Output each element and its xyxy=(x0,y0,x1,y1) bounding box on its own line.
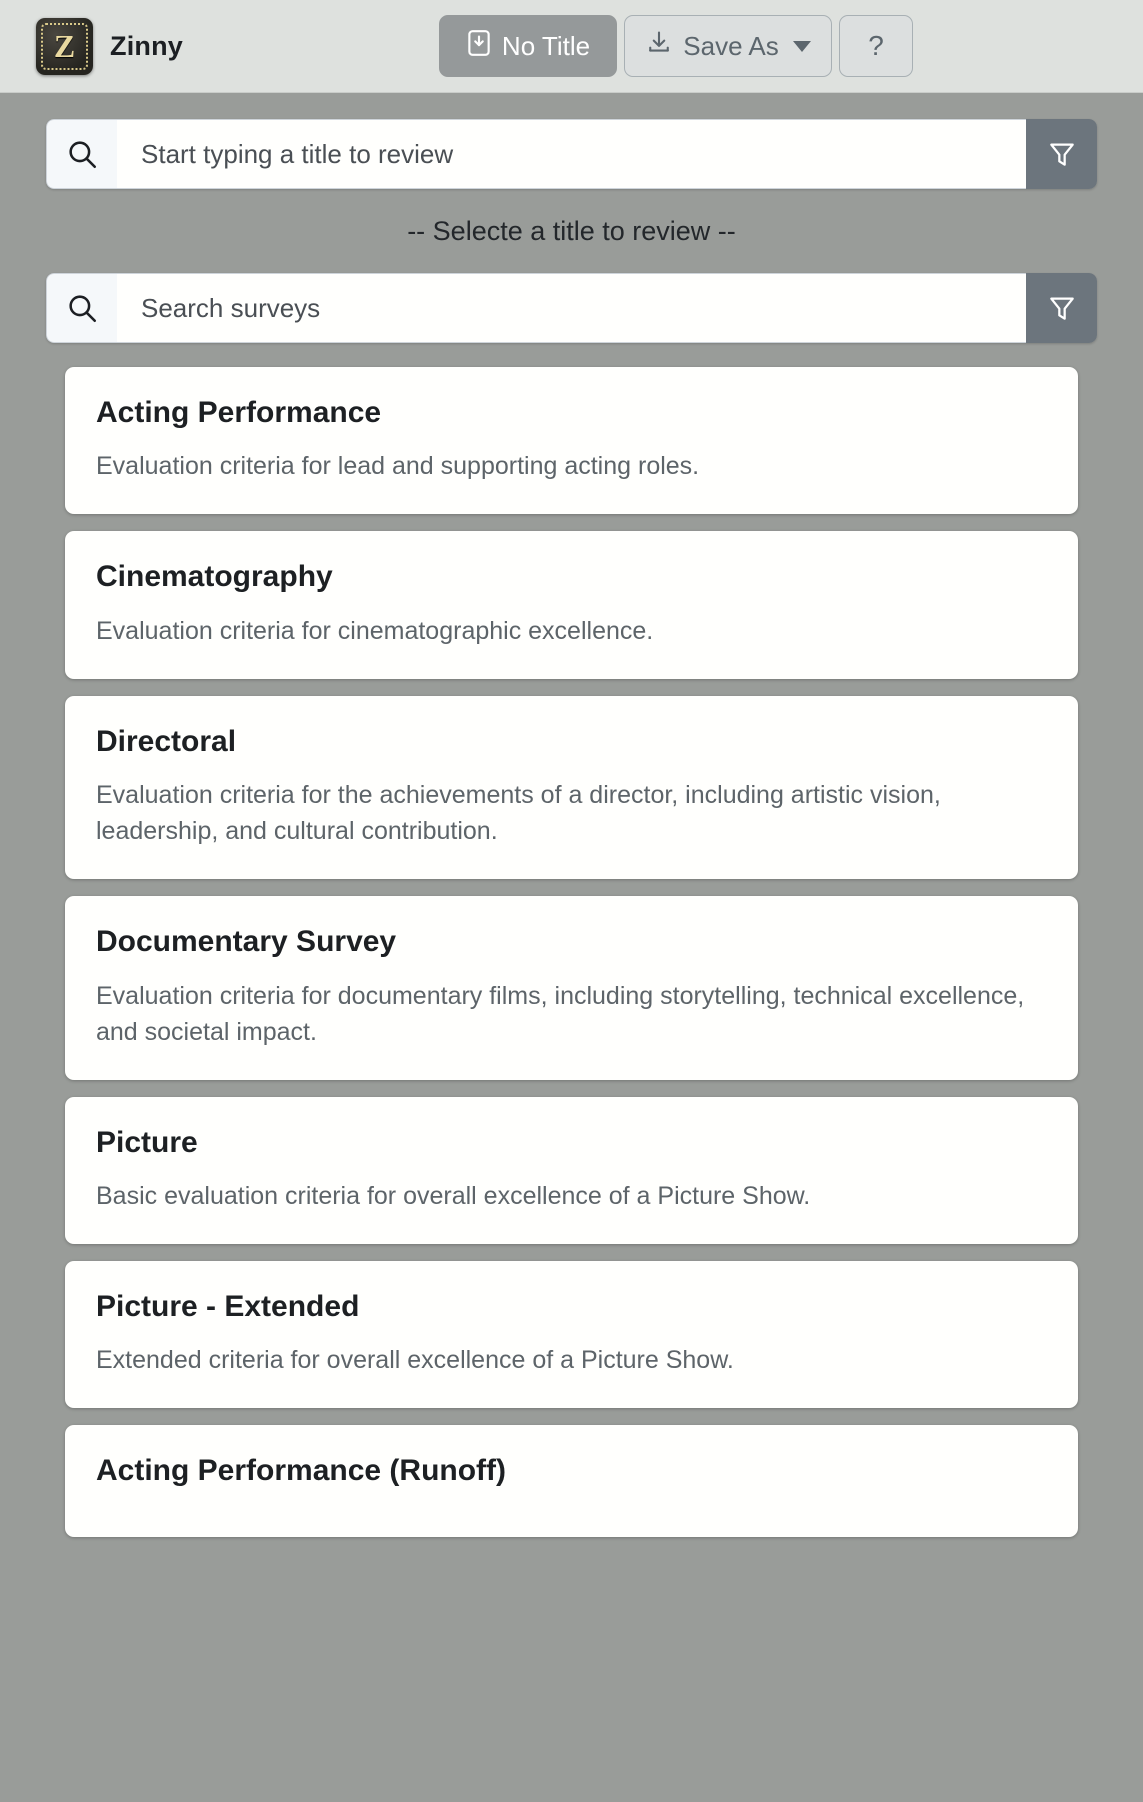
survey-title: Picture xyxy=(96,1125,198,1159)
title-search-bar xyxy=(46,119,1097,189)
survey-description xyxy=(96,1489,1047,1507)
survey-search-bar xyxy=(46,273,1097,343)
survey-description: Evaluation criteria for documentary film… xyxy=(96,981,1025,1046)
survey-description: Evaluation criteria for lead and support… xyxy=(96,452,700,481)
survey-description: Extended criteria for overall excellence… xyxy=(96,1346,734,1375)
survey-card[interactable]: Picture - Extended Extended criteria for… xyxy=(65,1260,1078,1409)
survey-title: Directoral xyxy=(96,724,237,758)
survey-description: Evaluation criteria for the achievements… xyxy=(96,781,941,846)
survey-title: Acting Performance xyxy=(96,396,382,429)
save-to-box-icon xyxy=(466,28,492,65)
survey-card[interactable]: Picture Basic evaluation criteria for ov… xyxy=(65,1096,1078,1244)
title-search-field[interactable] xyxy=(117,119,1026,189)
title-filter-button[interactable] xyxy=(1026,119,1097,189)
survey-card[interactable]: Acting Performance Evaluation criteria f… xyxy=(65,367,1078,515)
survey-description: Evaluation criteria for cinematographic … xyxy=(96,616,654,645)
save-as-label: Save As xyxy=(683,30,779,61)
toolbar-actions: No Title Save As ? xyxy=(439,15,913,77)
title-button[interactable]: No Title xyxy=(439,15,617,77)
survey-title: Picture - Extended xyxy=(96,1289,360,1323)
download-tray-icon xyxy=(645,29,673,64)
survey-list: Acting Performance Evaluation criteria f… xyxy=(46,343,1097,1537)
app-name: Zinny xyxy=(110,30,183,61)
survey-card[interactable]: Acting Performance (Runoff) xyxy=(65,1425,1078,1537)
survey-title: Documentary Survey xyxy=(96,925,397,959)
survey-card[interactable]: Cinematography Evaluation criteria for c… xyxy=(65,531,1078,679)
help-button[interactable]: ? xyxy=(839,15,913,77)
survey-search-field[interactable] xyxy=(117,273,1026,343)
title-button-label: No Title xyxy=(501,30,591,61)
survey-description: Basic evaluation criteria for overall ex… xyxy=(96,1181,811,1210)
search-icon xyxy=(46,119,117,189)
survey-search-input[interactable] xyxy=(141,292,1002,324)
help-button-label: ? xyxy=(868,30,884,61)
chevron-down-icon[interactable] xyxy=(792,40,811,52)
title-search-input[interactable] xyxy=(141,138,1002,170)
app-toolbar: Z Zinny No Title Save As ? xyxy=(0,0,1143,93)
film-z-logo-icon: Z xyxy=(36,17,93,75)
brand: Z Zinny xyxy=(36,17,183,75)
survey-title: Cinematography xyxy=(96,560,333,594)
logo-letter: Z xyxy=(53,28,76,64)
survey-filter-button[interactable] xyxy=(1026,273,1097,343)
page-content: -- Selecte a title to review -- Acting P… xyxy=(0,93,1143,1537)
save-as-button[interactable]: Save As xyxy=(624,15,832,77)
survey-card[interactable]: Directoral Evaluation criteria for the a… xyxy=(65,695,1078,880)
survey-title: Acting Performance (Runoff) xyxy=(96,1454,507,1488)
survey-card[interactable]: Documentary Survey Evaluation criteria f… xyxy=(65,896,1078,1080)
selection-hint: -- Selecte a title to review -- xyxy=(407,216,736,246)
search-icon xyxy=(46,273,117,343)
